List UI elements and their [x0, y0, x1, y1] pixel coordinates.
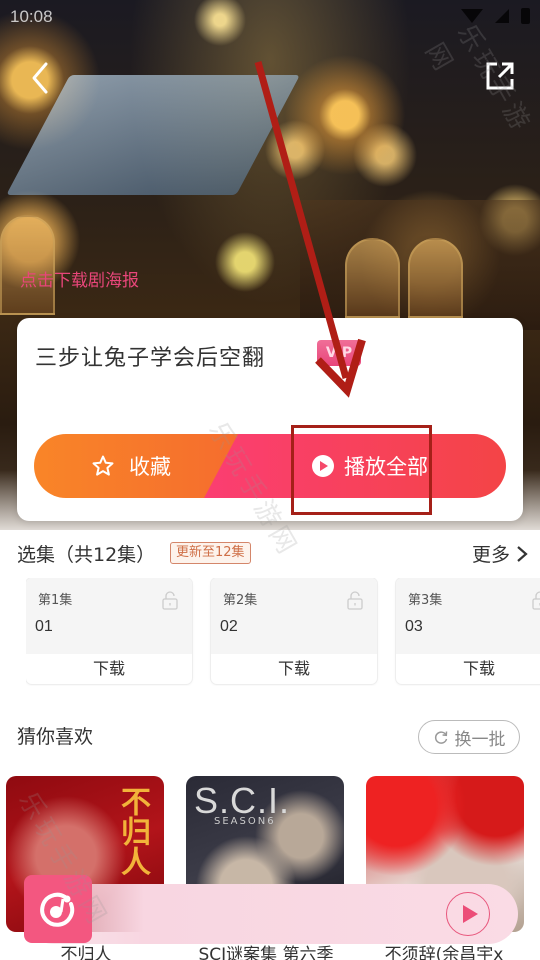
wifi-icon	[461, 9, 483, 23]
mini-player-logo[interactable]	[24, 875, 92, 943]
poster-art-window	[408, 238, 463, 318]
episodes-title: 选集（共12集）	[17, 544, 156, 566]
cover-subtitle-art: SEASON6	[214, 816, 276, 827]
episode-download-button[interactable]: 下载	[396, 654, 540, 684]
episode-download-button[interactable]: 下载	[211, 654, 377, 684]
favorite-label: 收藏	[129, 455, 171, 479]
vip-badge: VIP	[317, 340, 361, 366]
signal-icon	[495, 9, 509, 23]
episode-label: 第1集	[38, 593, 73, 608]
drama-title: 三步让兔子学会后空翻	[35, 346, 266, 371]
episode-number: 01	[35, 618, 53, 635]
status-time: 10:08	[10, 7, 53, 26]
unlock-icon	[532, 591, 540, 610]
more-episodes-link[interactable]: 更多	[472, 540, 528, 567]
episode-info: 第3集 03	[396, 578, 540, 654]
play-circle-icon	[312, 455, 334, 477]
episode-info: 第2集 02	[211, 578, 377, 654]
poster-download-link[interactable]: 点击下载剧海报	[20, 266, 139, 291]
share-button[interactable]	[484, 60, 516, 92]
episode-info: 第1集 01	[26, 578, 192, 654]
unlock-icon	[347, 591, 363, 610]
episode-card[interactable]: 第1集 01 下载	[26, 578, 192, 684]
poster-art-window	[345, 238, 400, 318]
update-badge: 更新至12集	[170, 542, 251, 564]
unlock-icon	[162, 591, 178, 610]
episode-label: 第3集	[408, 593, 443, 608]
play-all-label: 播放全部	[344, 455, 428, 479]
more-label: 更多	[471, 544, 510, 566]
episode-number: 03	[405, 618, 423, 635]
share-external-icon	[486, 62, 514, 90]
episode-number: 02	[220, 618, 238, 635]
play-all-button[interactable]: 播放全部	[204, 434, 506, 498]
refresh-icon	[434, 731, 447, 744]
cover-title-art: 不归人	[115, 786, 150, 876]
battery-icon	[521, 8, 530, 24]
episode-download-button[interactable]: 下载	[26, 654, 192, 684]
chevron-right-icon	[517, 545, 528, 562]
refresh-recommendations-button[interactable]: 换一批	[418, 720, 520, 754]
chevron-left-icon	[32, 62, 48, 94]
music-note-icon	[40, 892, 75, 927]
episodes-header: 选集（共12集） 更新至12集 更多	[0, 536, 540, 572]
poster-art-window	[0, 215, 55, 315]
star-icon	[92, 455, 114, 476]
episode-label: 第2集	[223, 593, 258, 608]
drama-info-card: 三步让兔子学会后空翻 VIP 收藏 播放全部	[17, 318, 523, 521]
episode-card[interactable]: 第2集 02 下载	[211, 578, 377, 684]
status-icons	[461, 8, 530, 24]
recommendations-title: 猜你喜欢	[17, 726, 94, 748]
refresh-label: 换一批	[454, 729, 506, 750]
mini-player-bar[interactable]	[24, 884, 518, 944]
episode-card[interactable]: 第3集 03 下载	[396, 578, 540, 684]
status-bar: 10:08	[0, 0, 540, 36]
mini-player-play-button[interactable]	[446, 892, 490, 936]
episode-list: 第1集 01 下载 第2集 02 下载 第3集 03 下载	[26, 578, 540, 686]
back-button[interactable]	[24, 58, 58, 98]
action-bar: 收藏 播放全部	[34, 434, 506, 498]
